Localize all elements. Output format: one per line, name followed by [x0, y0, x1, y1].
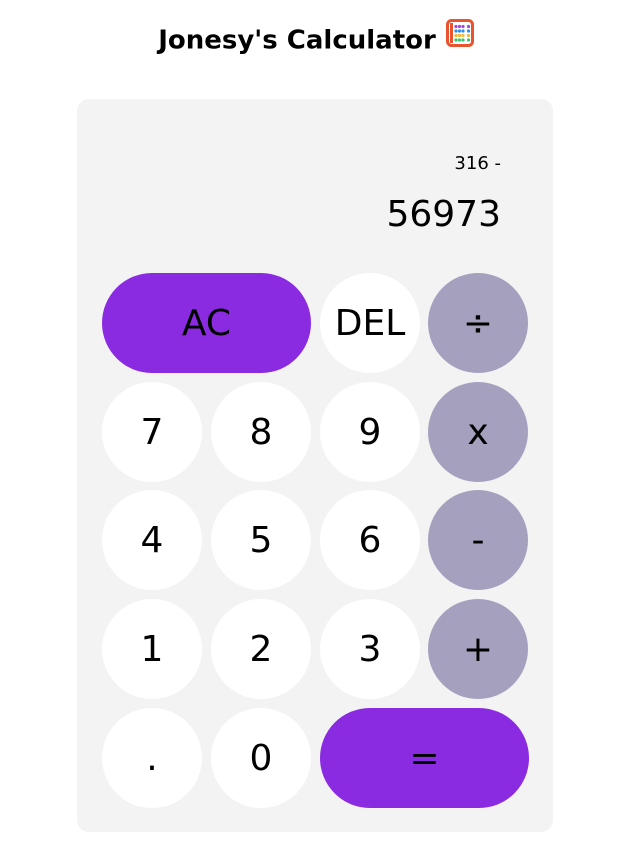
add-button[interactable]: +: [428, 599, 528, 699]
digit-4-button[interactable]: 4: [102, 490, 202, 590]
all-clear-button[interactable]: AC: [102, 273, 311, 373]
digit-2-button[interactable]: 2: [211, 599, 311, 699]
current-operand: 56973: [386, 194, 501, 235]
digit-5-button[interactable]: 5: [211, 490, 311, 590]
digit-0-button[interactable]: 0: [211, 708, 311, 808]
equals-button[interactable]: =: [320, 708, 529, 808]
digit-8-button[interactable]: 8: [211, 382, 311, 482]
decimal-button[interactable]: .: [102, 708, 202, 808]
digit-3-button[interactable]: 3: [320, 599, 420, 699]
digit-7-button[interactable]: 7: [102, 382, 202, 482]
previous-operand: 316 -: [454, 153, 501, 174]
digit-6-button[interactable]: 6: [320, 490, 420, 590]
calculator-panel: 316 - 56973 AC DEL ÷ 7 8 9 x 4 5 6 - 1 2…: [77, 99, 553, 832]
divide-button[interactable]: ÷: [428, 273, 528, 373]
page-title-text: Jonesy's Calculator: [158, 25, 436, 56]
digit-1-button[interactable]: 1: [102, 599, 202, 699]
digit-9-button[interactable]: 9: [320, 382, 420, 482]
page-title: Jonesy's Calculator: [0, 19, 632, 60]
multiply-button[interactable]: x: [428, 382, 528, 482]
abacus-icon: [445, 19, 474, 57]
subtract-button[interactable]: -: [428, 490, 528, 590]
delete-button[interactable]: DEL: [320, 273, 420, 373]
